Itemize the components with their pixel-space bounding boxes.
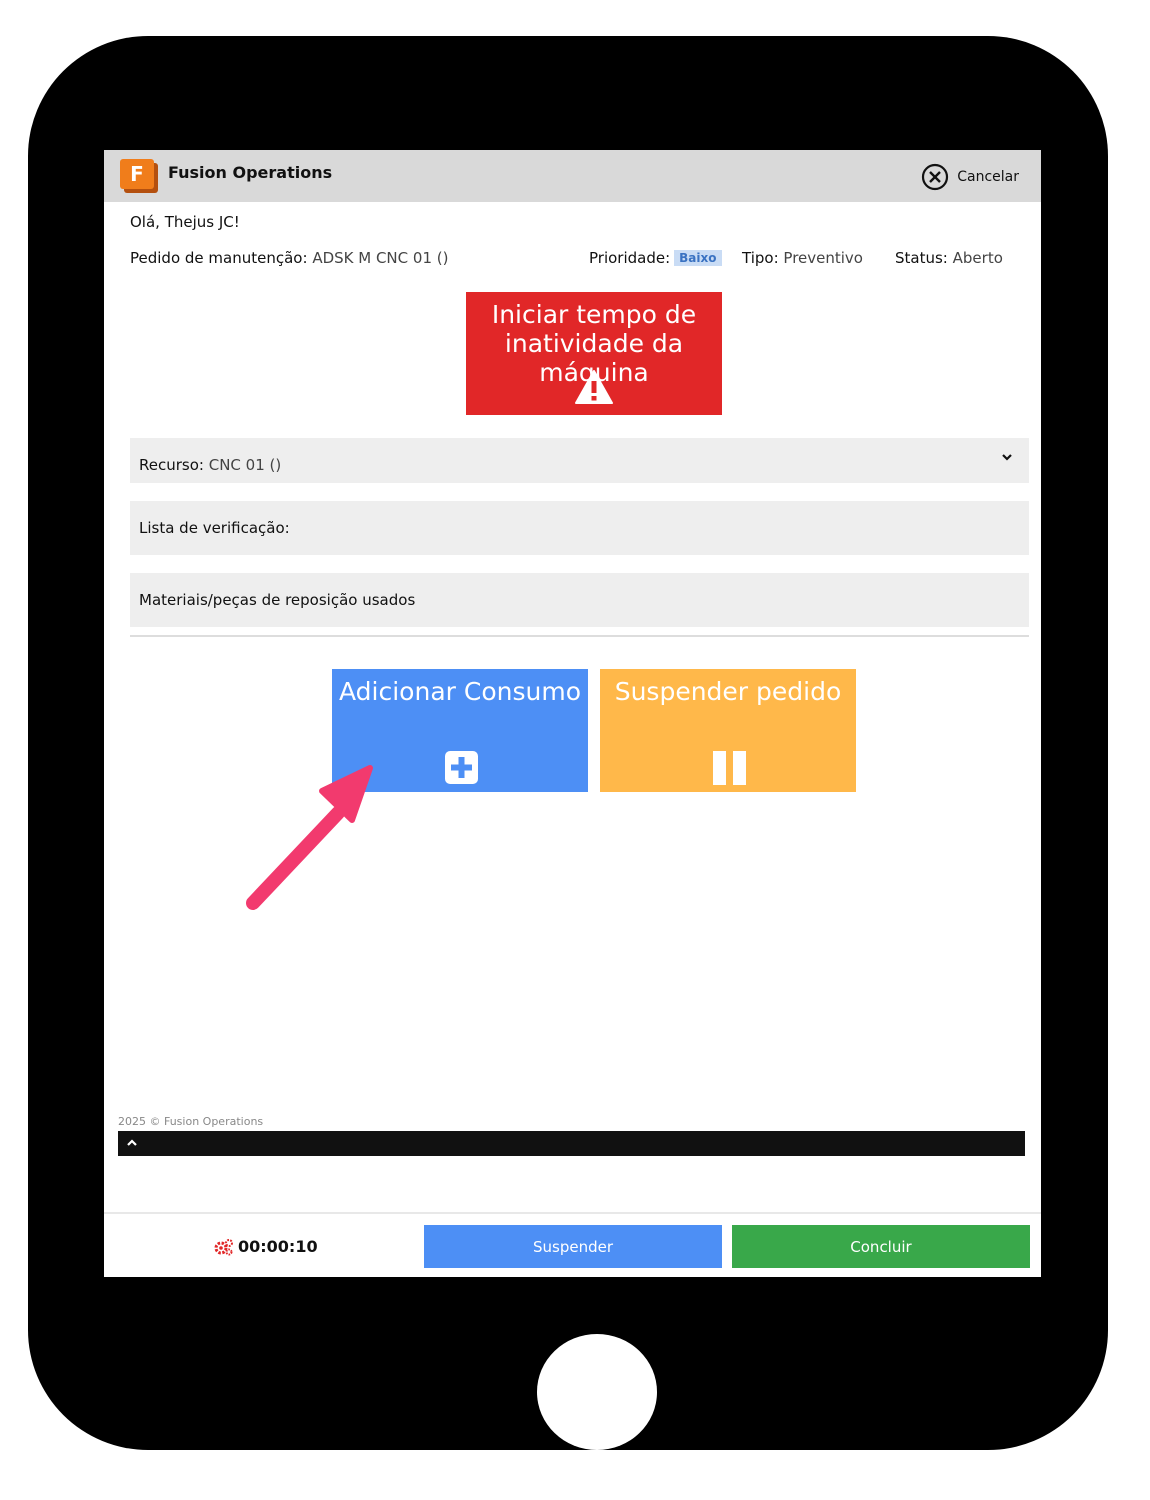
- order-label: Pedido de manutenção:: [130, 249, 308, 267]
- complete-button[interactable]: Concluir: [732, 1225, 1030, 1268]
- fusion-logo-icon: F: [120, 159, 158, 193]
- priority-badge: Baixo: [674, 250, 722, 266]
- suspend-label: Suspender: [532, 1237, 614, 1256]
- app-title: Fusion Operations: [168, 163, 333, 182]
- chevron-down-icon[interactable]: [1001, 452, 1013, 462]
- complete-label: Concluir: [850, 1237, 912, 1256]
- suspend-order-label: Suspender pedido: [614, 677, 842, 706]
- timer-display: 00:00:10: [214, 1237, 318, 1256]
- order-value: ADSK M CNC 01 (): [312, 249, 449, 267]
- add-consumption-button[interactable]: Adicionar Consumo: [332, 669, 588, 792]
- type-label: Tipo:: [742, 249, 779, 267]
- timer-value: 00:00:10: [238, 1237, 318, 1256]
- app-header: F Fusion Operations Cancelar: [104, 150, 1041, 202]
- suspend-button[interactable]: Suspender: [424, 1225, 722, 1268]
- warning-icon: [575, 370, 613, 404]
- materials-section[interactable]: Materiais/peças de reposição usados: [130, 573, 1029, 627]
- resource-section[interactable]: Recurso: CNC 01 (): [130, 438, 1029, 483]
- add-consumption-label: Adicionar Consumo: [339, 677, 581, 706]
- home-button[interactable]: [537, 1334, 657, 1450]
- checklist-label: Lista de verificação:: [139, 519, 290, 537]
- gears-icon: [214, 1238, 233, 1255]
- start-downtime-button[interactable]: Iniciar tempo de inatividade da máquina: [466, 292, 722, 415]
- greeting: Olá, Thejus JC!: [130, 213, 240, 231]
- app-screen: F Fusion Operations Cancelar Olá, Thejus…: [104, 150, 1041, 1277]
- cancel-button[interactable]: Cancelar: [921, 162, 1019, 192]
- status-value: Aberto: [952, 249, 1003, 267]
- suspend-order-button[interactable]: Suspender pedido: [600, 669, 856, 792]
- copyright-text: 2025 © Fusion Operations: [118, 1115, 264, 1128]
- order-info: Pedido de manutenção: ADSK M CNC 01 (): [130, 249, 448, 267]
- checklist-section[interactable]: Lista de verificação:: [130, 501, 1029, 555]
- plus-square-icon: [445, 751, 478, 784]
- type-value: Preventivo: [783, 249, 863, 267]
- status-info: Status: Aberto: [895, 249, 1003, 267]
- pause-icon: [713, 751, 746, 785]
- status-label: Status:: [895, 249, 948, 267]
- bottom-divider: [104, 1212, 1041, 1214]
- priority-label: Prioridade:: [589, 249, 671, 267]
- chevron-up-icon[interactable]: [126, 1138, 138, 1148]
- type-info: Tipo: Preventivo: [742, 249, 863, 267]
- close-circle-icon: [922, 163, 949, 191]
- resource-value: CNC 01 (): [208, 456, 282, 474]
- resource-label: Recurso:: [139, 456, 204, 474]
- divider: [130, 635, 1029, 637]
- expand-bar[interactable]: [118, 1131, 1025, 1156]
- priority-info: Prioridade: Baixo: [589, 249, 722, 267]
- materials-label: Materiais/peças de reposição usados: [139, 591, 416, 609]
- cancel-label: Cancelar: [957, 169, 1019, 185]
